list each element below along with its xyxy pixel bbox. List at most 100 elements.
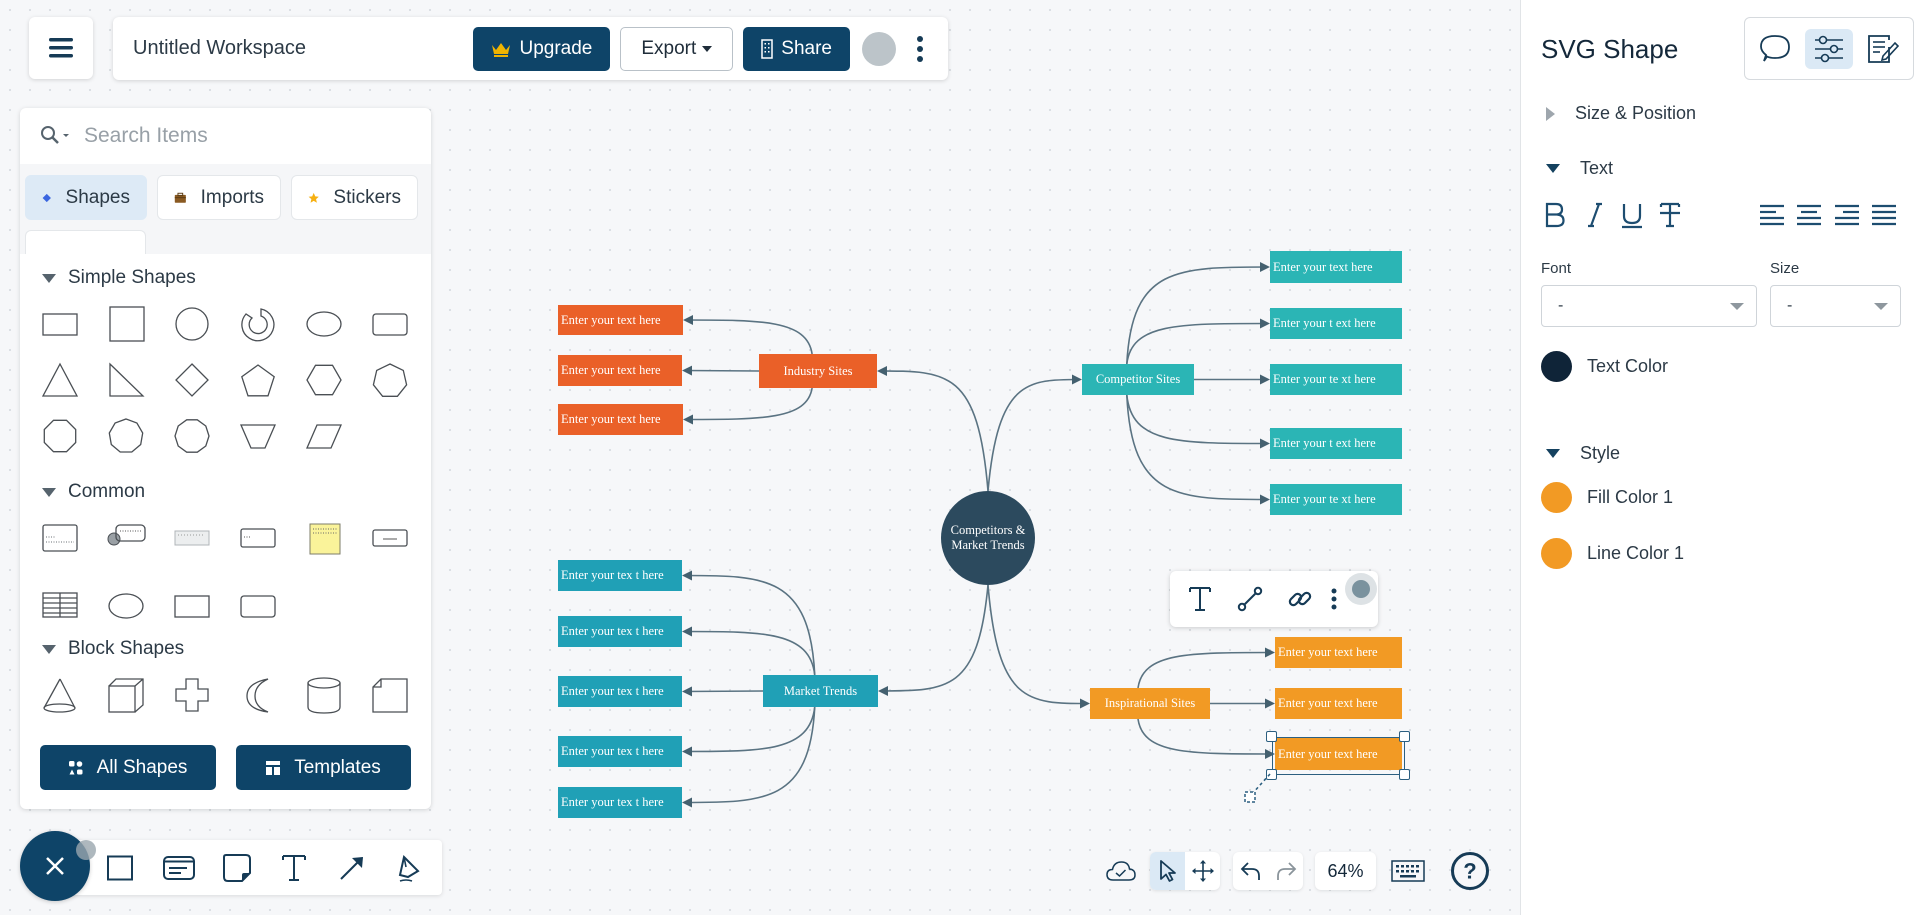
line-color-swatch[interactable] xyxy=(1541,538,1572,569)
section-style[interactable]: Style xyxy=(1546,443,1620,464)
size-select[interactable]: - xyxy=(1770,285,1901,327)
shape-circle[interactable] xyxy=(170,302,214,346)
keyboard-shortcuts-button[interactable] xyxy=(1390,852,1426,890)
zoom-level[interactable]: 64% xyxy=(1315,852,1376,890)
rectangle-tool[interactable] xyxy=(100,848,140,888)
branch-node-inspirational-sites[interactable]: Inspirational Sites xyxy=(1090,688,1210,719)
shape-donut[interactable] xyxy=(236,302,280,346)
connector-child[interactable] xyxy=(682,706,816,757)
tab-shapes[interactable]: Shapes xyxy=(25,175,147,220)
shape-text-card[interactable] xyxy=(38,516,82,560)
drag-handle[interactable] xyxy=(1345,573,1377,605)
fill-color-picker[interactable]: Fill Color 1 xyxy=(1541,482,1673,513)
search-input[interactable] xyxy=(84,124,384,148)
connector-center-inspirational-sites[interactable] xyxy=(987,584,1090,709)
menu-button[interactable] xyxy=(29,17,93,79)
shape-ruler-card[interactable] xyxy=(170,516,214,560)
connector-center-industry-sites[interactable] xyxy=(877,366,989,492)
shape-sticky-note[interactable] xyxy=(302,516,346,560)
undo-button[interactable] xyxy=(1233,852,1268,890)
child-node[interactable]: Enter your text here xyxy=(1270,251,1402,283)
connector-child[interactable] xyxy=(1126,394,1270,449)
section-block-shapes[interactable]: Block Shapes xyxy=(42,638,184,660)
child-node[interactable]: Enter your text here xyxy=(1275,688,1402,719)
child-node[interactable]: Enter your tex t here xyxy=(558,676,682,707)
italic-button[interactable] xyxy=(1580,198,1610,232)
help-button[interactable]: ? xyxy=(1449,850,1491,892)
shape-cube[interactable] xyxy=(104,673,148,717)
search-icon[interactable] xyxy=(40,125,70,147)
fill-color-swatch[interactable] xyxy=(1541,482,1572,513)
shape-cone[interactable] xyxy=(38,673,82,717)
connector-child[interactable] xyxy=(683,387,813,425)
branch-node-industry-sites[interactable]: Industry Sites xyxy=(759,354,877,388)
pen-tool[interactable] xyxy=(390,848,430,888)
child-node[interactable]: Enter your tex t here xyxy=(558,736,682,767)
tab-properties[interactable] xyxy=(1805,29,1853,69)
shape-triangle[interactable] xyxy=(38,358,82,402)
avatar[interactable] xyxy=(862,31,896,66)
shape-ellipse[interactable] xyxy=(302,302,346,346)
shape-right-triangle[interactable] xyxy=(104,358,148,402)
sticky-note-tool[interactable] xyxy=(217,848,257,888)
underline-button[interactable] xyxy=(1617,198,1647,232)
arrow-tool[interactable] xyxy=(332,848,372,888)
child-node[interactable]: Enter your tex t here xyxy=(558,560,682,591)
shape-crescent[interactable] xyxy=(236,673,280,717)
text-tool[interactable] xyxy=(274,848,314,888)
share-button[interactable]: Share xyxy=(743,26,850,71)
shape-callout-card[interactable] xyxy=(104,516,148,560)
shape-cross[interactable] xyxy=(170,673,214,717)
shape-table[interactable] xyxy=(38,584,82,628)
shape-square[interactable] xyxy=(104,302,148,346)
all-shapes-button[interactable]: All Shapes xyxy=(40,745,216,790)
branch-node-competitor-sites[interactable]: Competitor Sites xyxy=(1082,364,1194,395)
card-tool[interactable] xyxy=(159,848,199,888)
workspace-title[interactable]: Untitled Workspace xyxy=(133,37,473,60)
connector-child[interactable] xyxy=(1126,394,1270,505)
child-node[interactable]: Enter your te xt here xyxy=(1270,364,1402,395)
tab-stickers[interactable]: Stickers xyxy=(291,175,418,220)
shape-rectangle[interactable] xyxy=(38,302,82,346)
connector-center-competitor-sites[interactable] xyxy=(987,374,1082,492)
resize-handle-se[interactable] xyxy=(1399,769,1410,780)
tab-imports[interactable]: Imports xyxy=(157,175,281,220)
resize-handle-ne[interactable] xyxy=(1399,731,1410,742)
bold-button[interactable] xyxy=(1540,198,1570,232)
select-tool[interactable] xyxy=(1150,852,1185,890)
strikethrough-button[interactable] xyxy=(1655,198,1685,232)
child-node[interactable]: Enter your text here xyxy=(558,305,683,335)
connector-child[interactable] xyxy=(1126,318,1270,365)
connection-handle[interactable] xyxy=(1240,770,1280,806)
branch-node-market-trends[interactable]: Market Trends xyxy=(763,675,878,707)
upgrade-button[interactable]: Upgrade xyxy=(473,26,611,71)
tab-notes[interactable] xyxy=(1859,29,1907,69)
connector-child[interactable] xyxy=(682,570,816,676)
font-select[interactable]: - xyxy=(1541,285,1757,327)
shape-hexagon[interactable] xyxy=(302,358,346,402)
shape-decagon[interactable] xyxy=(170,414,214,458)
drag-handle[interactable] xyxy=(76,840,96,860)
central-topic-node[interactable]: Competitors & Market Trends xyxy=(941,491,1035,585)
child-node[interactable]: Enter your t ext here xyxy=(1270,428,1402,459)
shape-ellipse[interactable] xyxy=(104,584,148,628)
text-color-picker[interactable]: Text Color xyxy=(1541,351,1668,382)
text-color-swatch[interactable] xyxy=(1541,351,1572,382)
shape-diamond[interactable] xyxy=(170,358,214,402)
shape-cylinder[interactable] xyxy=(302,673,346,717)
shape-rounded-rectangle[interactable] xyxy=(368,302,412,346)
connector-child[interactable] xyxy=(682,626,816,676)
connector-child[interactable] xyxy=(1137,647,1275,689)
resize-handle-nw[interactable] xyxy=(1266,731,1277,742)
section-size-position[interactable]: Size & Position xyxy=(1546,103,1696,124)
connector-child[interactable] xyxy=(683,315,813,355)
redo-button[interactable] xyxy=(1268,852,1303,890)
add-link-button[interactable] xyxy=(1282,581,1318,617)
pan-tool[interactable] xyxy=(1185,852,1220,890)
shape-button-card[interactable] xyxy=(368,516,412,560)
child-node[interactable]: Enter your text here xyxy=(558,404,683,435)
shape-folded-corner[interactable] xyxy=(368,673,412,717)
shape-heptagon[interactable] xyxy=(368,358,412,402)
shape-parallelogram[interactable] xyxy=(302,414,346,458)
connector-child[interactable] xyxy=(682,365,760,376)
